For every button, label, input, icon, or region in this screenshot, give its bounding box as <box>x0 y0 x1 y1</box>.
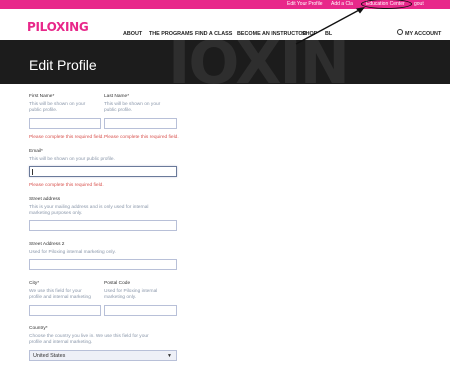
annotation-arrow <box>295 7 365 45</box>
